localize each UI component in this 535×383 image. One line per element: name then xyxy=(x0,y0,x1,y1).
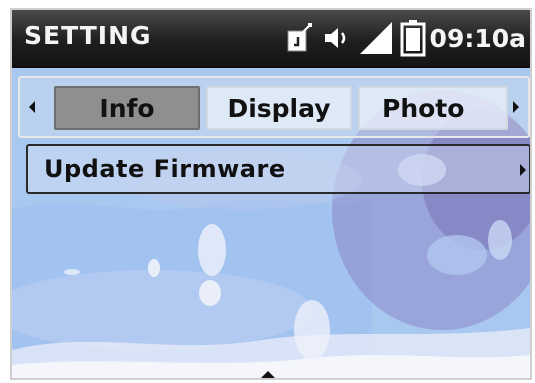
tab-scroll-left-button[interactable] xyxy=(24,93,40,121)
menu-item-label: Update Firmware xyxy=(44,155,286,183)
tab-label: Info xyxy=(99,93,155,123)
tab-label: Photo xyxy=(382,93,465,123)
tab-bar: Info Display Photo xyxy=(18,76,530,138)
tab-info[interactable]: Info xyxy=(54,86,200,130)
tab-photo[interactable]: Photo xyxy=(358,86,508,130)
clock: 09:10a xyxy=(429,23,526,53)
screen-title: SETTING xyxy=(24,21,152,50)
scroll-up-icon[interactable] xyxy=(259,365,277,378)
tab-label: Display xyxy=(227,93,331,123)
menu-item-update-firmware[interactable]: Update Firmware xyxy=(26,144,530,194)
speaker-icon xyxy=(322,23,352,53)
status-icons: 09:10a xyxy=(276,18,526,58)
device-screen: SETTING 09:10a Info Display Photo Update… xyxy=(10,8,532,380)
status-bar: SETTING 09:10a xyxy=(12,10,530,68)
chevron-left-icon xyxy=(29,101,35,113)
chevron-right-icon xyxy=(519,162,527,181)
signal-icon xyxy=(358,20,394,56)
chevron-right-icon xyxy=(513,101,519,113)
tab-display[interactable]: Display xyxy=(206,86,352,130)
tab-scroll-right-button[interactable] xyxy=(508,93,524,121)
battery-icon xyxy=(400,19,426,57)
card-icon xyxy=(282,21,316,55)
